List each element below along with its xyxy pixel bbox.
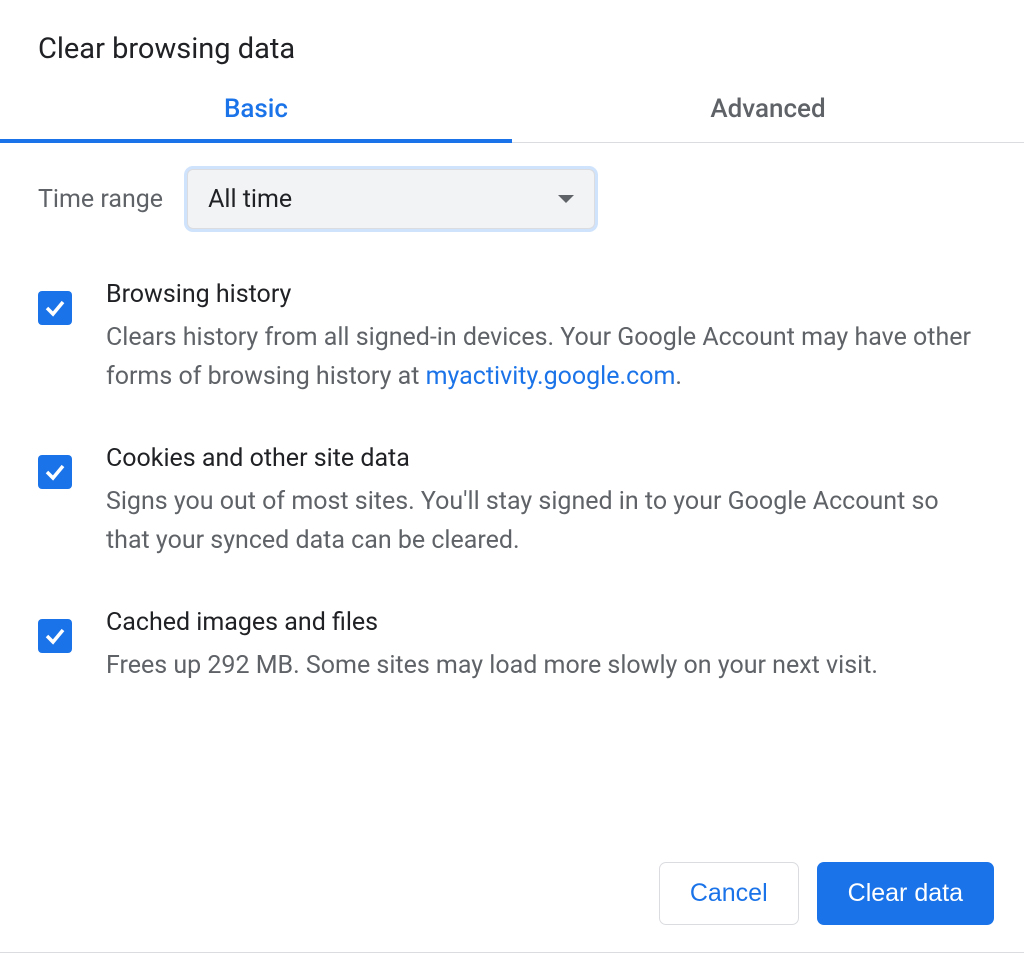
option-text: Cached images and files Frees up 292 MB.… xyxy=(106,605,986,686)
clear-browsing-data-dialog: Clear browsing data Basic Advanced Time … xyxy=(0,0,1024,686)
option-desc: Signs you out of most sites. You'll stay… xyxy=(106,483,986,561)
tab-advanced[interactable]: Advanced xyxy=(512,94,1024,142)
option-desc: Clears history from all signed-in device… xyxy=(106,319,986,397)
chevron-down-icon xyxy=(558,195,574,203)
check-icon xyxy=(43,460,67,484)
time-range-select[interactable]: All time xyxy=(187,169,595,229)
dialog-title: Clear browsing data xyxy=(0,0,1024,94)
tab-advanced-label: Advanced xyxy=(710,94,825,124)
option-title: Cached images and files xyxy=(106,605,986,641)
option-desc: Frees up 292 MB. Some sites may load mor… xyxy=(106,647,986,686)
tab-bar: Basic Advanced xyxy=(0,94,1024,143)
desc-suffix: . xyxy=(675,362,682,391)
tab-basic-label: Basic xyxy=(224,94,288,124)
check-icon xyxy=(43,296,67,320)
time-range-label: Time range xyxy=(38,185,163,214)
time-range-row: Time range All time xyxy=(38,169,986,229)
option-title: Cookies and other site data xyxy=(106,441,986,477)
myactivity-link[interactable]: myactivity.google.com xyxy=(426,362,676,391)
checkbox-cache[interactable] xyxy=(38,619,72,653)
checkbox-browsing-history[interactable] xyxy=(38,291,72,325)
option-cache: Cached images and files Frees up 292 MB.… xyxy=(38,605,986,686)
check-icon xyxy=(43,624,67,648)
option-text: Cookies and other site data Signs you ou… xyxy=(106,441,986,561)
cancel-button[interactable]: Cancel xyxy=(659,862,799,925)
option-title: Browsing history xyxy=(106,277,986,313)
dialog-footer: Cancel Clear data xyxy=(659,862,994,925)
option-cookies: Cookies and other site data Signs you ou… xyxy=(38,441,986,561)
dialog-content: Time range All time Browsing history Cle… xyxy=(0,143,1024,686)
clear-data-button[interactable]: Clear data xyxy=(817,862,994,925)
tab-basic[interactable]: Basic xyxy=(0,94,512,142)
time-range-value: All time xyxy=(208,185,292,214)
checkbox-cookies[interactable] xyxy=(38,455,72,489)
option-browsing-history: Browsing history Clears history from all… xyxy=(38,277,986,397)
option-text: Browsing history Clears history from all… xyxy=(106,277,986,397)
